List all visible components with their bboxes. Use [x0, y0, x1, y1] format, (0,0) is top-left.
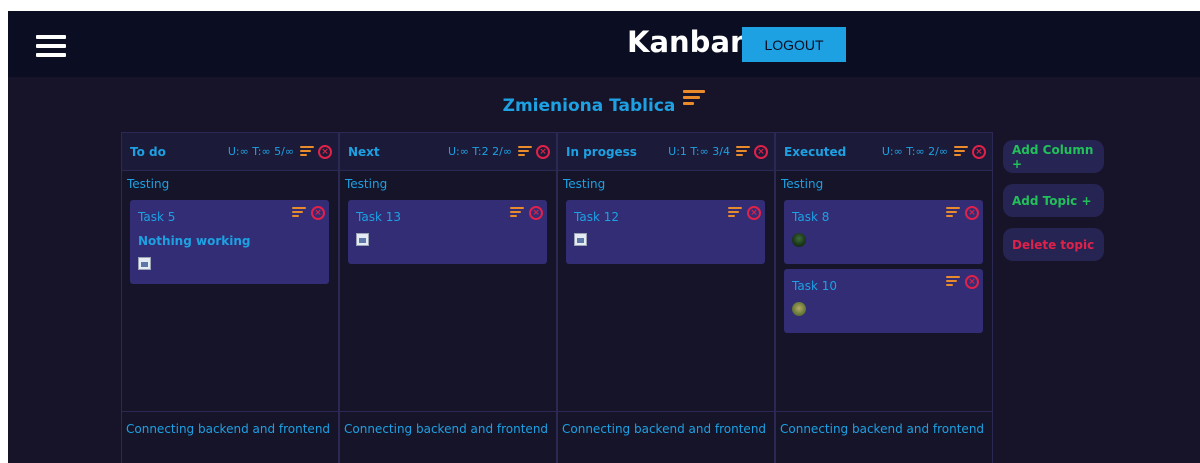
broken-image-icon: [356, 233, 369, 246]
top-navbar: Kanban LOGOUT: [8, 11, 1200, 77]
column-delete-icon[interactable]: ×: [536, 144, 550, 159]
delete-topic-button[interactable]: Delete topic: [1003, 228, 1104, 261]
task-controls: ×: [728, 206, 761, 220]
user-avatar: [792, 302, 806, 316]
column-name[interactable]: Next: [348, 145, 380, 159]
column-stats: U:1 T:∞ 3/4: [668, 145, 730, 158]
add-topic-button[interactable]: Add Topic +: [1003, 184, 1104, 217]
column-in-progress: In progess U:1 T:∞ 3/4 × Testing Task 12…: [557, 132, 775, 463]
task-card[interactable]: Task 5 × Nothing working: [130, 200, 329, 284]
topic-label: Testing: [563, 177, 606, 191]
topic-label: Testing: [781, 177, 824, 191]
task-card[interactable]: Task 10 ×: [784, 269, 983, 333]
task-delete-icon[interactable]: ×: [529, 206, 543, 220]
task-delete-icon[interactable]: ×: [965, 275, 979, 289]
board-title: Zmieniona Tablica: [502, 96, 676, 116]
broken-image-icon: [574, 233, 587, 246]
column-header: Next U:∞ T:2 2/∞ ×: [340, 133, 556, 171]
topic-label: Testing: [345, 177, 388, 191]
task-menu-icon[interactable]: [728, 207, 742, 219]
task-delete-icon[interactable]: ×: [965, 206, 979, 220]
topic-cell-connecting: Connecting backend and frontend: [776, 412, 992, 436]
user-avatar: [792, 233, 806, 247]
side-actions: Add Column + Add Topic + Delete topic: [1003, 140, 1104, 272]
task-menu-icon[interactable]: [946, 207, 960, 219]
topic-cell-testing: Testing Task 5 × Nothing working: [122, 171, 338, 412]
column-name[interactable]: Executed: [784, 145, 846, 159]
topic-label: Testing: [127, 177, 170, 191]
task-menu-icon[interactable]: [292, 207, 306, 219]
task-controls: ×: [292, 206, 325, 220]
topic-cell-testing: Testing Task 12 ×: [558, 171, 774, 412]
task-controls: ×: [946, 275, 979, 289]
hamburger-menu-icon[interactable]: [36, 35, 66, 57]
app-title: Kanban: [627, 25, 751, 59]
column-to-do: To do U:∞ T:∞ 5/∞ × Testing Task 5 × Not…: [121, 132, 339, 463]
column-delete-icon[interactable]: ×: [754, 144, 768, 159]
task-card[interactable]: Task 12 ×: [566, 200, 765, 264]
topic-cell-connecting: Connecting backend and frontend: [558, 412, 774, 436]
task-controls: ×: [946, 206, 979, 220]
topic-cell-testing: Testing Task 13 ×: [340, 171, 556, 412]
column-header: Executed U:∞ T:∞ 2/∞ ×: [776, 133, 992, 171]
column-name[interactable]: In progess: [566, 145, 637, 159]
topic-label: Connecting backend and frontend: [126, 422, 331, 436]
column-stats: U:∞ T:∞ 2/∞: [881, 145, 948, 158]
task-card[interactable]: Task 13 ×: [348, 200, 547, 264]
broken-image-icon: [138, 257, 151, 270]
column-next: Next U:∞ T:2 2/∞ × Testing Task 13 × Con…: [339, 132, 557, 463]
topic-label: Connecting backend and frontend: [780, 422, 985, 436]
column-stats: U:∞ T:2 2/∞: [448, 145, 512, 158]
column-menu-icon[interactable]: [300, 145, 314, 158]
topic-label: Connecting backend and frontend: [562, 422, 767, 436]
column-menu-icon[interactable]: [518, 145, 532, 158]
task-delete-icon[interactable]: ×: [747, 206, 761, 220]
topic-label: Connecting backend and frontend: [344, 422, 549, 436]
topic-cell-connecting: Connecting backend and frontend: [122, 412, 338, 436]
board-header: Zmieniona Tablica: [8, 77, 1200, 127]
column-menu-icon[interactable]: [736, 145, 750, 158]
column-executed: Executed U:∞ T:∞ 2/∞ × Testing Task 8 × …: [775, 132, 993, 463]
task-menu-icon[interactable]: [510, 207, 524, 219]
column-name[interactable]: To do: [130, 145, 166, 159]
kanban-columns: To do U:∞ T:∞ 5/∞ × Testing Task 5 × Not…: [121, 132, 993, 463]
task-card[interactable]: Task 8 ×: [784, 200, 983, 264]
column-menu-icon[interactable]: [954, 145, 968, 158]
task-menu-icon[interactable]: [946, 276, 960, 288]
app-frame: Kanban LOGOUT Zmieniona Tablica To do U:…: [8, 11, 1200, 463]
board-menu-icon[interactable]: [683, 90, 706, 108]
task-controls: ×: [510, 206, 543, 220]
add-column-button[interactable]: Add Column +: [1003, 140, 1104, 173]
column-stats: U:∞ T:∞ 5/∞: [227, 145, 294, 158]
topic-cell-testing: Testing Task 8 × Task 10 ×: [776, 171, 992, 412]
column-header: To do U:∞ T:∞ 5/∞ ×: [122, 133, 338, 171]
column-delete-icon[interactable]: ×: [972, 144, 986, 159]
topic-cell-connecting: Connecting backend and frontend: [340, 412, 556, 436]
column-delete-icon[interactable]: ×: [318, 144, 332, 159]
task-delete-icon[interactable]: ×: [311, 206, 325, 220]
task-description: Nothing working: [138, 234, 251, 248]
logout-button[interactable]: LOGOUT: [742, 27, 846, 62]
column-header: In progess U:1 T:∞ 3/4 ×: [558, 133, 774, 171]
